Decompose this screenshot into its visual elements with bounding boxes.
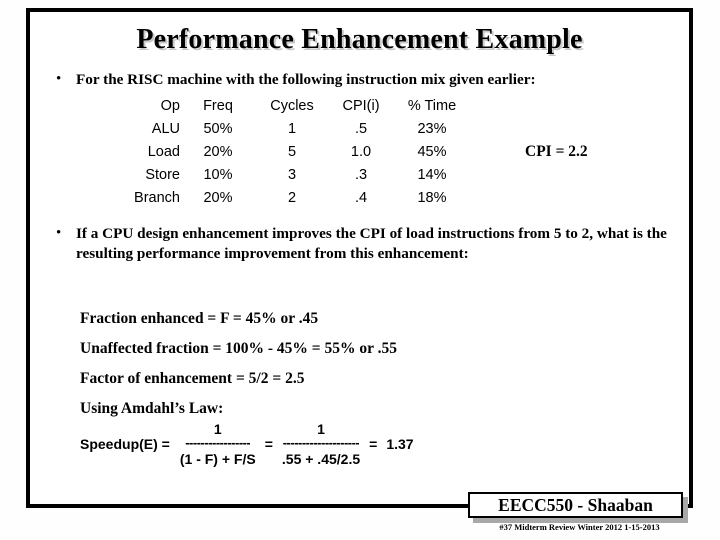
solution-line-amdahls-law: Using Amdahl’s Law: bbox=[80, 400, 224, 417]
cell-cycles: 3 bbox=[287, 167, 297, 183]
column-header-cycles: Cycles bbox=[270, 98, 314, 114]
instruction-mix-table: Op Freq Cycles CPI(i) % Time ALU 50% 1 .… bbox=[106, 97, 470, 212]
table-row: Store 10% 3 .3 14% bbox=[106, 166, 470, 189]
page-title: Performance Enhancement Example bbox=[136, 24, 583, 55]
speedup-result: 1.37 bbox=[386, 436, 414, 452]
cell-op: Store bbox=[145, 167, 180, 183]
fraction-numerator: 1 bbox=[213, 421, 222, 437]
cpi-summary-note: CPI = 2.2 bbox=[525, 143, 588, 160]
cell-cpi: .3 bbox=[354, 167, 368, 183]
course-footer-badge: EECC550 - Shaaban bbox=[468, 492, 683, 518]
table-header-row: Op Freq Cycles CPI(i) % Time bbox=[106, 97, 470, 120]
speedup-equation: Speedup(E) = 1 ----------------- (1 - F)… bbox=[80, 422, 414, 466]
cell-op: Load bbox=[147, 144, 180, 160]
bullet-text-1: For the RISC machine with the following … bbox=[76, 71, 536, 88]
fraction-bar: ----------------- bbox=[185, 438, 251, 449]
column-header-cpi: CPI(i) bbox=[342, 98, 380, 114]
fraction-numerator: 1 bbox=[317, 421, 325, 437]
bullet-text-2: If a CPU design enhancement improves the… bbox=[76, 225, 667, 262]
column-header-time: % Time bbox=[407, 98, 457, 114]
equals-sign-1: = bbox=[264, 436, 273, 452]
equals-sign-2: = bbox=[369, 436, 378, 452]
cell-time: 23% bbox=[417, 121, 447, 137]
cell-time: 14% bbox=[417, 167, 447, 183]
cell-freq: 20% bbox=[203, 190, 233, 206]
speedup-fraction-symbolic: 1 ----------------- (1 - F) + F/S bbox=[180, 422, 256, 466]
table-row: Load 20% 5 1.0 45% bbox=[106, 143, 470, 166]
cell-freq: 10% bbox=[203, 167, 233, 183]
table-row: Branch 20% 2 .4 18% bbox=[106, 189, 470, 212]
cell-freq: 50% bbox=[203, 121, 233, 137]
cell-cpi: .5 bbox=[354, 121, 368, 137]
fraction-bar: -------------------- bbox=[282, 438, 360, 449]
bullet-marker-icon: • bbox=[56, 225, 62, 241]
cell-freq: 20% bbox=[203, 144, 233, 160]
bullet-item-1: • For the RISC machine with the followin… bbox=[54, 70, 694, 90]
cell-op: Branch bbox=[134, 190, 180, 206]
cell-cycles: 1 bbox=[287, 121, 297, 137]
column-header-op: Op bbox=[160, 98, 180, 114]
footer-subtext: #37 Midterm Review Winter 2012 1-15-2013 bbox=[499, 522, 660, 532]
cell-op: ALU bbox=[151, 121, 180, 137]
fraction-denominator: .55 + .45/2.5 bbox=[281, 451, 361, 467]
cell-cycles: 2 bbox=[287, 190, 297, 206]
bullet-marker-icon: • bbox=[56, 71, 62, 87]
column-header-freq: Freq bbox=[203, 98, 233, 114]
fraction-denominator: (1 - F) + F/S bbox=[179, 451, 256, 467]
table-row: ALU 50% 1 .5 23% bbox=[106, 120, 470, 143]
cell-cycles: 5 bbox=[287, 144, 297, 160]
bullet-item-2: • If a CPU design enhancement improves t… bbox=[54, 224, 684, 263]
speedup-label: Speedup(E) = bbox=[80, 436, 170, 452]
solution-line-unaffected-fraction: Unaffected fraction = 100% - 45% = 55% o… bbox=[80, 340, 397, 357]
cell-cpi: 1.0 bbox=[350, 144, 372, 160]
cell-time: 45% bbox=[417, 144, 447, 160]
solution-line-fraction-enhanced: Fraction enhanced = F = 45% or .45 bbox=[80, 310, 319, 327]
cell-cpi: .4 bbox=[354, 190, 368, 206]
speedup-fraction-numeric: 1 -------------------- .55 + .45/2.5 bbox=[282, 422, 360, 466]
solution-line-factor-of-enhancement: Factor of enhancement = 5/2 = 2.5 bbox=[80, 370, 305, 387]
cell-time: 18% bbox=[417, 190, 447, 206]
slide-frame: Performance Enhancement Example • For th… bbox=[26, 8, 693, 508]
